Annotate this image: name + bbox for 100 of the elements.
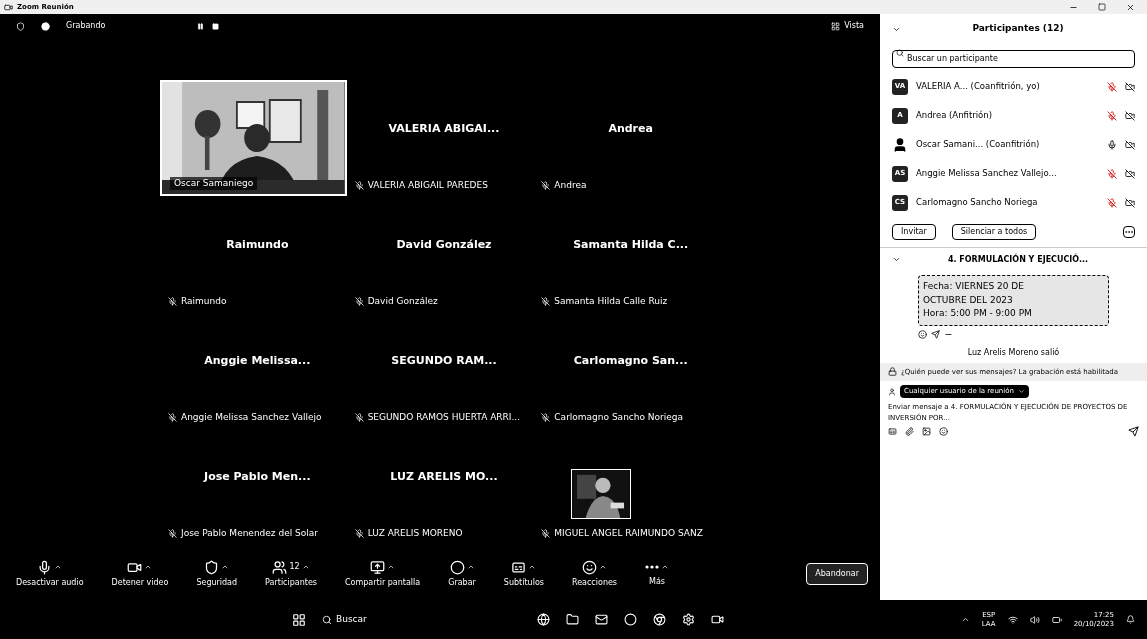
browser-icon[interactable]	[652, 613, 666, 626]
folder-icon[interactable]	[565, 613, 579, 626]
participant-count: 12	[289, 561, 300, 573]
shield-icon[interactable]	[16, 21, 25, 31]
caret-icon	[661, 563, 670, 571]
caret-icon	[144, 563, 153, 571]
participant-label: Anggie Melissa Sanchez Vallejo	[181, 410, 322, 424]
view-button[interactable]: Vista	[831, 20, 864, 32]
reply-icon[interactable]	[931, 329, 940, 339]
image-icon[interactable]	[922, 427, 931, 436]
gear-icon[interactable]	[681, 613, 695, 626]
stop-icon[interactable]	[212, 22, 220, 30]
microphone-icon	[37, 559, 53, 575]
lock-icon	[888, 366, 897, 376]
camera-off-icon	[1125, 81, 1135, 92]
muted-mic-icon	[168, 412, 177, 422]
muted-mic-icon	[354, 296, 364, 306]
caret-icon	[528, 563, 537, 571]
participant-name: LUZ ARELIS MO...	[390, 469, 498, 485]
leave-button[interactable]: Abandonar	[806, 563, 868, 585]
participant-name: VALERIA ABIGAI...	[388, 121, 500, 137]
participant-label: Raimundo	[181, 294, 227, 308]
mail-icon[interactable]	[594, 613, 608, 626]
toolbar-button[interactable]: Detener video	[107, 559, 173, 589]
muted-mic-icon	[541, 180, 551, 190]
participant-name: Anggie Melissa Sanchez Vallejo...	[916, 167, 1058, 180]
captions-icon	[511, 559, 527, 575]
toolbar-button[interactable]: Compartir pantalla	[341, 559, 425, 589]
message-line: Fecha: VIERNES 20 DE	[923, 280, 1025, 293]
participant-name: Samanta Hilda C...	[573, 237, 689, 253]
circle-icon[interactable]	[623, 613, 637, 626]
taskbar-search[interactable]: Buscar	[336, 612, 367, 627]
muted-mic-icon	[354, 412, 364, 422]
record-icon	[41, 21, 50, 31]
muted-mic-icon	[354, 528, 364, 538]
caret-icon	[301, 563, 310, 571]
toolbar-button[interactable]: Subtítulos	[499, 559, 548, 589]
caret-icon[interactable]	[960, 615, 970, 624]
participant-label: VALERIA ABIGAIL PAREDES	[367, 178, 488, 192]
more-icon[interactable]	[1123, 226, 1135, 238]
participant-name: Raimundo	[226, 237, 289, 253]
muted-mic-icon	[168, 296, 177, 306]
attach-icon[interactable]	[905, 427, 914, 436]
battery-icon	[1051, 614, 1062, 625]
camera-off-icon	[1125, 139, 1135, 150]
participant-label: Andrea	[554, 178, 587, 192]
smile-icon[interactable]	[939, 427, 948, 436]
search-icon	[896, 49, 904, 57]
participant-name: Carlomagno San...	[573, 353, 688, 369]
search-field[interactable]: Buscar un participante	[892, 49, 1135, 68]
toolbar-button[interactable]: Grabar	[444, 559, 480, 589]
toolbar-button[interactable]: Más	[641, 560, 674, 588]
send-icon[interactable]	[1128, 426, 1139, 437]
chat-title: 4. FORMULACIÓN Y EJECUCIÓ...	[946, 253, 1090, 266]
app-logo-icon	[4, 2, 13, 12]
more-icon	[645, 565, 660, 569]
toolbar-button[interactable]: 12 Participantes	[261, 559, 321, 589]
panel-button[interactable]: Silenciar a todos	[951, 224, 1037, 240]
muted-mic-icon	[168, 528, 177, 538]
message-line: OCTUBRE DEL 2023	[923, 293, 1014, 307]
smile-icon	[582, 559, 597, 575]
share-screen-icon	[370, 559, 386, 575]
participant-label: David González	[367, 294, 438, 308]
wifi-icon	[1007, 614, 1018, 625]
maximize-icon[interactable]	[1098, 3, 1106, 11]
panel-title: Participantes (12)	[971, 22, 1065, 36]
participant-label: Jose Pablo Menendez del Solar	[181, 526, 318, 540]
bell-icon[interactable]	[1126, 615, 1135, 624]
shield-icon	[204, 559, 220, 575]
globe-icon[interactable]	[536, 613, 550, 626]
toolbar-button[interactable]: Seguridad	[192, 559, 242, 589]
participant-name: David González	[396, 237, 492, 253]
volume-icon	[1029, 614, 1040, 625]
caret-icon	[54, 563, 63, 571]
caret-icon	[466, 563, 475, 571]
pause-icon[interactable]	[197, 22, 205, 30]
participant-label: SEGUNDO RAMOS HUERTA ARRI...	[367, 410, 521, 424]
panel-button[interactable]: Invitar	[892, 224, 936, 240]
caret-icon	[1017, 388, 1025, 395]
muted-mic-icon	[541, 528, 551, 538]
start-icon[interactable]	[292, 612, 306, 627]
participant-label: LUZ ARELIS MORENO	[367, 526, 463, 540]
grid-icon	[831, 21, 841, 31]
collapse-icon[interactable]	[892, 255, 901, 264]
camera-icon[interactable]	[710, 613, 724, 626]
participant-label: Samanta Hilda Calle Ruiz	[554, 294, 668, 308]
person-icon	[888, 387, 896, 396]
toolbar-button[interactable]: Desactivar audio	[12, 559, 88, 589]
participant-name: SEGUNDO RAM...	[391, 353, 497, 369]
participant-name: Andrea	[608, 121, 653, 137]
reaction-icon[interactable]	[918, 329, 927, 339]
people-icon	[272, 559, 288, 575]
record-icon	[449, 559, 465, 575]
caret-icon	[221, 563, 230, 571]
participant-name: Oscar Samani... (Coanfitrión)	[916, 138, 1041, 151]
recording-label: Grabando	[66, 20, 106, 32]
format-icon[interactable]	[888, 427, 897, 436]
camera-off-icon	[1125, 168, 1135, 179]
toolbar-button[interactable]: Reacciones	[567, 559, 622, 589]
close-icon[interactable]	[1126, 2, 1135, 12]
